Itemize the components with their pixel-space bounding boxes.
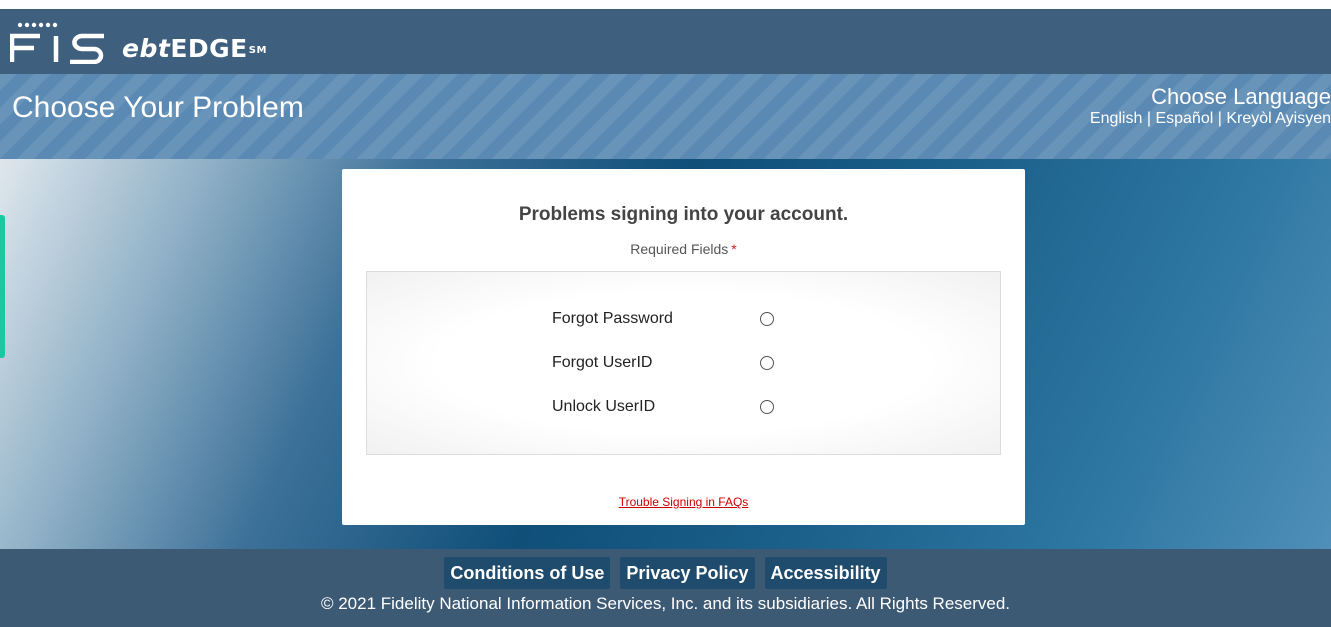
- required-fields-note: Required Fields *: [342, 241, 1025, 258]
- option-label-forgot-userid: Forgot UserID: [552, 354, 653, 371]
- fis-ebtedge-logo[interactable]: ebtEDGESM: [10, 22, 267, 64]
- faq-link-container: Trouble Signing in FAQs: [342, 495, 1025, 510]
- options-box: Forgot Password Forgot UserID Unlock Use…: [366, 271, 1001, 455]
- option-forgot-userid[interactable]: Forgot UserID: [552, 351, 782, 375]
- footer: Conditions of Use Privacy Policy Accessi…: [0, 549, 1331, 627]
- page: ebtEDGESM Choose Your Problem Choose Lan…: [0, 0, 1331, 627]
- page-title: Choose Your Problem: [12, 91, 304, 124]
- header: ebtEDGESM: [0, 9, 1331, 74]
- fis-logo: [10, 22, 104, 64]
- option-forgot-password[interactable]: Forgot Password: [552, 307, 782, 331]
- ebtedge-wordmark: ebtEDGESM: [122, 34, 267, 64]
- problem-card: Problems signing into your account. Requ…: [342, 169, 1025, 525]
- radio-unlock-userid[interactable]: [760, 400, 774, 414]
- privacy-policy-link[interactable]: Privacy Policy: [620, 557, 755, 589]
- footer-links: Conditions of Use Privacy Policy Accessi…: [0, 557, 1331, 589]
- language-espanol-link[interactable]: Español: [1155, 110, 1213, 127]
- option-label-unlock-userid: Unlock UserID: [552, 398, 656, 415]
- logo-sm-mark: SM: [248, 45, 267, 56]
- top-strip: [0, 0, 1331, 9]
- logo-ebt-text: ebt: [122, 34, 171, 63]
- language-kreyol-link[interactable]: Kreyòl Ayisyen: [1226, 110, 1331, 127]
- banner: Choose Your Problem Choose Language Engl…: [0, 74, 1331, 159]
- side-feedback-tab[interactable]: [0, 215, 5, 358]
- conditions-of-use-link[interactable]: Conditions of Use: [444, 557, 611, 589]
- language-links: English | Español | Kreyòl Ayisyen: [1090, 109, 1331, 128]
- radio-forgot-userid[interactable]: [760, 356, 774, 370]
- trouble-signing-faq-link[interactable]: Trouble Signing in FAQs: [619, 495, 749, 509]
- copyright-text: © 2021 Fidelity National Information Ser…: [320, 594, 1011, 613]
- option-label-forgot-password: Forgot Password: [552, 310, 673, 327]
- logo-edge-text: EDGE: [170, 34, 248, 63]
- choose-language-title: Choose Language: [1151, 84, 1331, 109]
- radio-forgot-password[interactable]: [760, 312, 774, 326]
- card-title: Problems signing into your account.: [518, 204, 849, 225]
- accessibility-link[interactable]: Accessibility: [764, 557, 887, 589]
- required-fields-label: Required Fields: [630, 241, 729, 257]
- required-star: *: [731, 241, 737, 257]
- option-unlock-userid[interactable]: Unlock UserID: [552, 395, 782, 419]
- language-english-link[interactable]: English: [1090, 110, 1142, 127]
- language-separator: |: [1217, 110, 1222, 127]
- language-separator: |: [1146, 110, 1151, 127]
